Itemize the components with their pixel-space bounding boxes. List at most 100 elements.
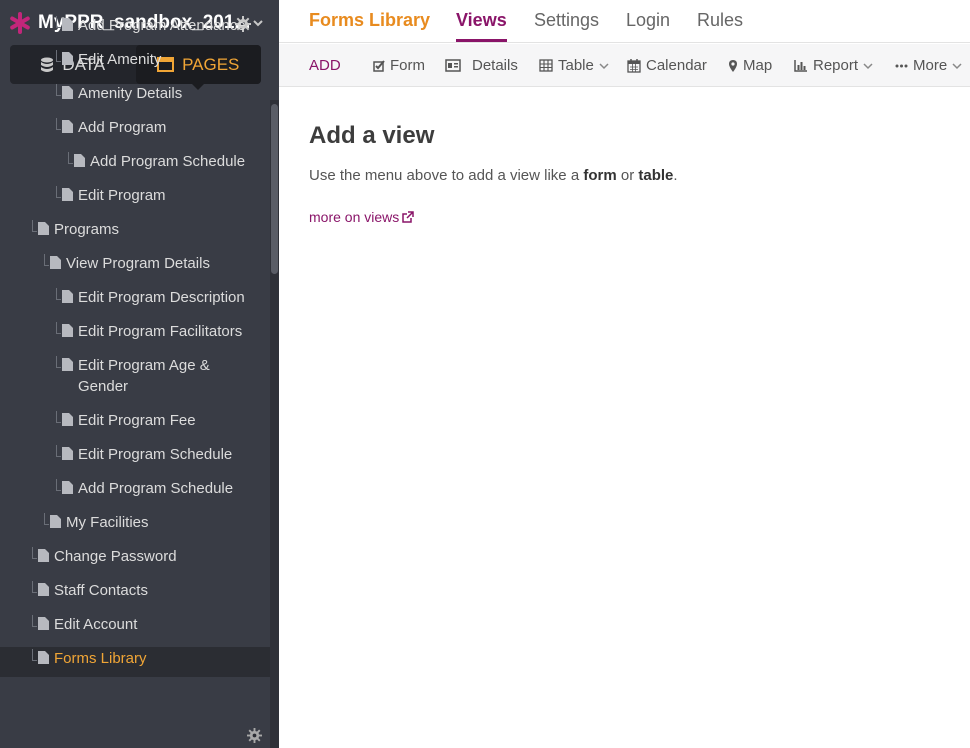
tree-connector [56, 84, 61, 96]
page-document-icon [38, 583, 49, 596]
empty-state-text: Use the menu above to add a view like a … [309, 167, 678, 184]
sidebar-page-label: View Program Details [66, 255, 210, 272]
sidebar-page-item[interactable]: Add Program Schedule [0, 477, 270, 507]
ellipsis-icon [895, 64, 908, 67]
sidebar-page-item[interactable]: Staff Contacts [0, 579, 270, 609]
empty-state-title: Add a view [309, 122, 435, 149]
sidebar-page-item[interactable]: Edit Program [0, 184, 270, 214]
tree-connector [32, 220, 37, 232]
add-table-button[interactable]: Table [539, 57, 609, 74]
page-document-icon [62, 290, 73, 303]
tree-connector [32, 649, 37, 661]
chevron-down-icon [863, 62, 873, 69]
sidebar-page-label: Edit Program Facilitators [78, 323, 243, 340]
sidebar-page-item[interactable]: Programs [0, 218, 270, 248]
add-report-button[interactable]: Report [794, 57, 873, 74]
sidebar-page-item[interactable]: Add Program [0, 116, 270, 146]
sidebar-page-item[interactable]: Add Program Schedule [0, 150, 270, 180]
tree-connector [44, 254, 49, 266]
sidebar-page-item[interactable]: Change Password [0, 545, 270, 575]
tab-views[interactable]: Views [456, 10, 507, 42]
add-label: ADD [309, 57, 341, 74]
tree-connector [32, 615, 37, 627]
sidebar-page-item[interactable]: Add Program Attendance [0, 14, 270, 44]
map-label: Map [743, 57, 773, 74]
tree-connector [32, 581, 37, 593]
page-document-icon [62, 324, 73, 337]
page-document-icon [38, 222, 49, 235]
text-post: . [673, 167, 678, 184]
tree-connector [56, 50, 61, 62]
sidebar-page-label: Forms Library [54, 650, 147, 667]
page-document-icon [62, 18, 73, 31]
top-navigation: Forms Library Views Settings Login Rules [279, 0, 970, 43]
sidebar-page-item[interactable]: Amenity Details [0, 82, 270, 112]
chevron-down-icon [952, 62, 962, 69]
table-icon [539, 59, 553, 72]
sidebar-page-item[interactable]: Edit Program Description [0, 286, 270, 316]
sidebar-page-item[interactable]: Forms Library [0, 647, 270, 677]
more-on-views-label: more on views [309, 209, 400, 225]
sidebar-page-label: Edit Program Age & Gender [78, 357, 210, 395]
sidebar-page-label: Change Password [54, 548, 177, 565]
sidebar-page-item[interactable]: Edit Program Age & Gender [0, 354, 270, 406]
add-details-button[interactable]: Details [445, 57, 518, 74]
add-form-button[interactable]: Form [373, 57, 425, 74]
sidebar-page-label: Edit Amenity [78, 51, 162, 68]
sidebar-page-item[interactable]: Edit Account [0, 613, 270, 643]
page-document-icon [38, 617, 49, 630]
sidebar-page-item[interactable]: Edit Program Fee [0, 409, 270, 439]
tree-connector [56, 118, 61, 130]
bar-chart-icon [794, 60, 807, 72]
sidebar-page-label: Edit Program Description [78, 289, 245, 306]
sidebar-page-label: Edit Program [78, 187, 166, 204]
text-pre: Use the menu above to add a view like a [309, 167, 584, 184]
tab-login[interactable]: Login [626, 10, 670, 31]
details-icon [445, 59, 461, 72]
sidebar-page-item[interactable]: Edit Program Schedule [0, 443, 270, 473]
sidebar-page-label: My Facilities [66, 514, 149, 531]
add-map-button[interactable]: Map [728, 57, 772, 74]
tab-rules[interactable]: Rules [697, 10, 743, 31]
tree-connector [56, 288, 61, 300]
add-calendar-button[interactable]: Calendar [627, 57, 707, 74]
tab-settings[interactable]: Settings [534, 10, 599, 31]
sidebar-page-label: Edit Program Fee [78, 412, 196, 429]
page-title: Forms Library [309, 10, 431, 30]
sidebar-page-label: Edit Program Schedule [78, 446, 233, 463]
sidebar-page-label: Add Program Schedule [78, 480, 234, 497]
map-marker-icon [729, 59, 737, 72]
page-document-icon [62, 188, 73, 201]
add-view-toolbar: ADD Form Details Table Calendar Map Repo… [279, 44, 970, 87]
calendar-icon [627, 58, 641, 73]
sidebar-page-label: Add Program Attendance [78, 17, 246, 34]
checkbox-icon [373, 59, 385, 72]
text-table: table [638, 167, 674, 184]
external-link-icon [402, 211, 415, 223]
page-document-icon [74, 154, 85, 167]
page-tree: Add Program Attendance Edit Amenity Amenit… [0, 16, 270, 748]
sidebar-page-item[interactable]: View Program Details [0, 252, 270, 282]
sidebar-page-label: Add Program [78, 119, 167, 136]
chevron-down-icon [599, 62, 609, 69]
page-document-icon [62, 52, 73, 65]
tree-connector [56, 16, 61, 28]
more-label: More [913, 57, 948, 74]
more-views-button[interactable]: More [895, 57, 962, 74]
details-label: Details [472, 57, 518, 74]
page-settings-gear-icon[interactable] [247, 728, 262, 743]
more-on-views-link[interactable]: more on views [309, 209, 415, 225]
form-label: Form [390, 57, 425, 74]
report-label: Report [813, 57, 859, 74]
sidebar-scrollbar-thumb[interactable] [271, 104, 278, 274]
sidebar-page-label: Programs [54, 221, 120, 238]
calendar-label: Calendar [646, 57, 707, 74]
tree-connector [32, 547, 37, 559]
tree-connector [56, 322, 61, 334]
sidebar-page-label: Amenity Details [78, 85, 183, 102]
sidebar-page-item[interactable]: Edit Program Facilitators [0, 320, 270, 350]
page-document-icon [62, 481, 73, 494]
tree-connector [56, 411, 61, 423]
sidebar-page-item[interactable]: My Facilities [0, 511, 270, 541]
sidebar-page-item[interactable]: Edit Amenity [0, 48, 270, 78]
